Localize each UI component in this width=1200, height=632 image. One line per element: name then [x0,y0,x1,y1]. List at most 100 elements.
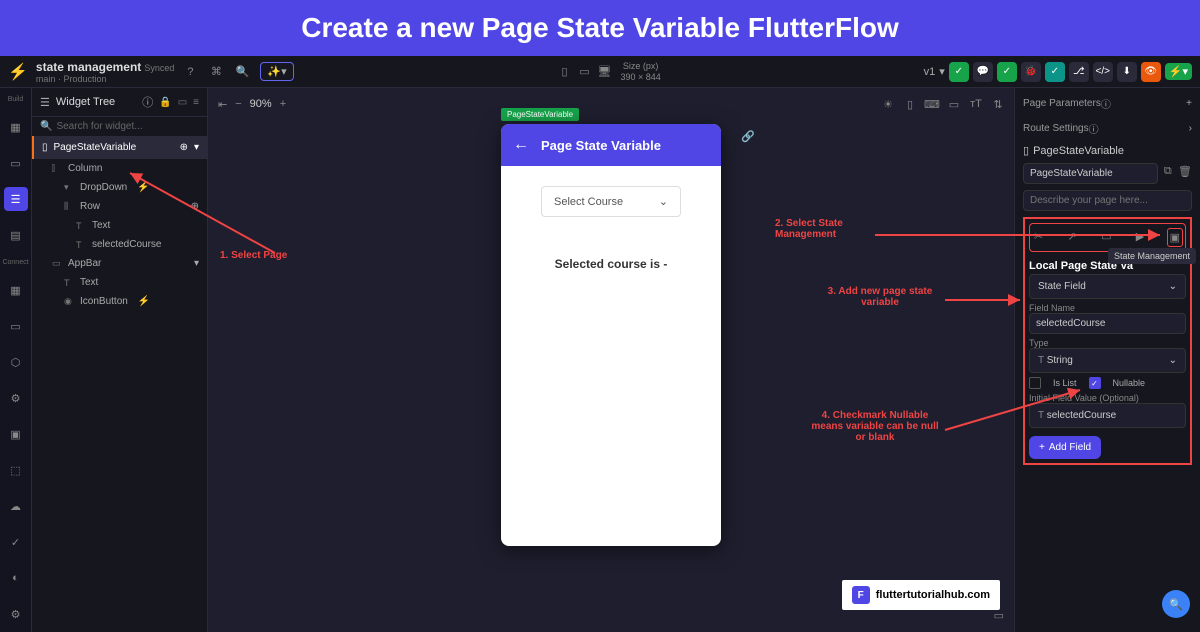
api-icon[interactable]: ⚙ [4,386,28,410]
ai-pill[interactable]: ✨▾ [260,62,293,81]
collapse-icon[interactable]: ⇤ [218,98,227,111]
lock-icon[interactable]: 🔒 [159,97,171,108]
chat-icon[interactable]: 💬 [973,62,993,82]
command-icon[interactable]: ⌘ [208,64,224,80]
info-icon[interactable]: ⓘ [142,94,153,110]
add-icon[interactable]: + [1186,98,1192,109]
tree-iconbutton[interactable]: ◉IconButton ⚡ [32,292,207,311]
device-preview[interactable]: ← Page State Variable Select Course ⌄ Se… [501,124,721,546]
widget-search[interactable]: 🔍 Search for widget... [32,117,207,136]
tablet-icon[interactable]: ▭ [576,64,592,80]
phone-icon[interactable]: ▯ [556,64,572,80]
page-name-input[interactable] [1023,163,1158,184]
custom-icon[interactable]: ⬚ [4,458,28,482]
project-name: state management [36,60,141,74]
chevron-down-icon[interactable]: ▾ [194,142,199,153]
media-icon[interactable]: ▣ [4,422,28,446]
dropdown-field[interactable]: Select Course ⌄ [541,186,681,217]
zoom-in-icon[interactable]: + [280,98,286,110]
download-icon[interactable]: ⬇ [1117,62,1137,82]
zoom-out-icon[interactable]: − [235,98,241,110]
theme-icon[interactable]: ◐ [4,566,28,590]
iconbutton-icon: ◉ [64,296,74,307]
info-icon[interactable]: ⓘ [1089,121,1099,136]
keyboard-icon[interactable]: ⌨ [924,96,940,112]
info-icon[interactable]: ⓘ [1101,96,1111,111]
settings-icon[interactable]: ⚙ [4,602,28,626]
watermark-logo-icon: F [852,586,870,604]
chevron-right-icon[interactable]: › [1189,123,1192,134]
help-icon[interactable]: ? [182,64,198,80]
tree-icon[interactable]: ☰ [4,187,28,211]
phone-icon[interactable]: ▯ [902,96,918,112]
tree-text2[interactable]: TText [32,273,207,292]
describe-input[interactable] [1023,190,1192,211]
firestore-icon[interactable]: ▦ [4,278,28,302]
state-field-dropdown[interactable]: State Field ⌄ [1029,274,1186,299]
branch-name: main [36,74,56,84]
chevron-down-icon[interactable]: ▾ [939,65,945,78]
build-label: Build [8,96,24,103]
dashboard-icon[interactable]: ▦ [4,115,28,139]
flow-icon[interactable]: ⇅ [990,96,1006,112]
text-icon: T [64,278,74,288]
check2-icon[interactable]: ✓ [997,62,1017,82]
text-icon: T [76,221,86,231]
action-indicator-icon: ⚡ [138,296,150,307]
device-selector[interactable]: ▯ ▭ 🖥 [556,64,612,80]
selected-course-text: Selected course is - [517,257,705,271]
sync-status: Synced [144,63,174,73]
nullable-checkbox[interactable]: ✓ [1089,377,1101,389]
storyboard-icon[interactable]: ▤ [4,223,28,247]
properties-panel: Page Parameters ⓘ + Route Settings ⓘ › ▯… [1014,88,1200,632]
list-icon[interactable]: ≡ [193,97,199,108]
field-name-input[interactable] [1029,313,1186,334]
back-arrow-icon[interactable]: ← [513,136,529,154]
page-icon[interactable]: ▭ [4,151,28,175]
check3-icon[interactable]: ✓ [1045,62,1065,82]
search-icon: 🔍 [40,121,52,132]
app-header: ← Page State Variable [501,124,721,166]
add-field-button[interactable]: + Add Field [1029,436,1101,459]
delete-icon[interactable]: 🗑 [1178,163,1192,179]
run-icon[interactable]: ⚡▾ [1165,63,1192,80]
dropdown-icon: ▾ [64,182,74,193]
type-label: Type [1029,338,1186,348]
text-size-icon[interactable]: ᴛT [968,96,984,112]
version-label[interactable]: v1 [924,66,936,78]
fullscreen-icon[interactable]: ▭ [994,609,1004,622]
link-icon[interactable]: 🔗 [741,130,755,143]
code-icon[interactable]: </> [1093,62,1113,82]
appbar-icon: ▭ [52,258,62,269]
eye-icon[interactable]: 👁 [1141,62,1161,82]
annotation-1: 1. Select Page [220,250,287,261]
box-icon[interactable]: ▭ [946,96,962,112]
page-name-header: PageStateVariable [1033,145,1124,157]
page-item-root[interactable]: ▯ PageStateVariable ⊕ ▾ [32,136,207,159]
env-name: Production [63,74,106,84]
tree-title: Widget Tree [56,96,136,108]
chevron-down-icon: ⌄ [1169,281,1177,292]
copy-icon[interactable]: ⧉ [1162,163,1174,179]
annotation-2: 2. Select State Management [775,218,875,240]
arrow-1 [125,168,285,258]
search-fab[interactable]: 🔍 [1162,590,1190,618]
tests-icon[interactable]: ✓ [4,530,28,554]
type-dropdown[interactable]: T String ⌄ [1029,348,1186,373]
bug-icon[interactable]: 🐞 [1021,62,1041,82]
check-icon[interactable]: ✓ [949,62,969,82]
canvas: ⇤ − 90% + ☀ ▯ ⌨ ▭ ᴛT ⇅ PageStateVariable… [208,88,1014,632]
search-icon[interactable]: 🔍 [234,64,250,80]
layout-icon[interactable]: ▭ [178,97,187,108]
desktop-icon[interactable]: 🖥 [596,64,612,80]
brightness-icon[interactable]: ☀ [880,96,896,112]
branch-icon[interactable]: ⎇ [1069,62,1089,82]
appstate-icon[interactable]: ⬡ [4,350,28,374]
arrow-4 [940,385,1090,435]
arrow-3 [940,290,1030,310]
add-widget-icon[interactable]: ⊕ [180,142,188,153]
chevron-icon[interactable]: ▾ [194,258,199,269]
cloud-icon[interactable]: ☁ [4,494,28,518]
datatypes-icon[interactable]: ▭ [4,314,28,338]
app-logo-icon: ⚡ [8,62,28,82]
